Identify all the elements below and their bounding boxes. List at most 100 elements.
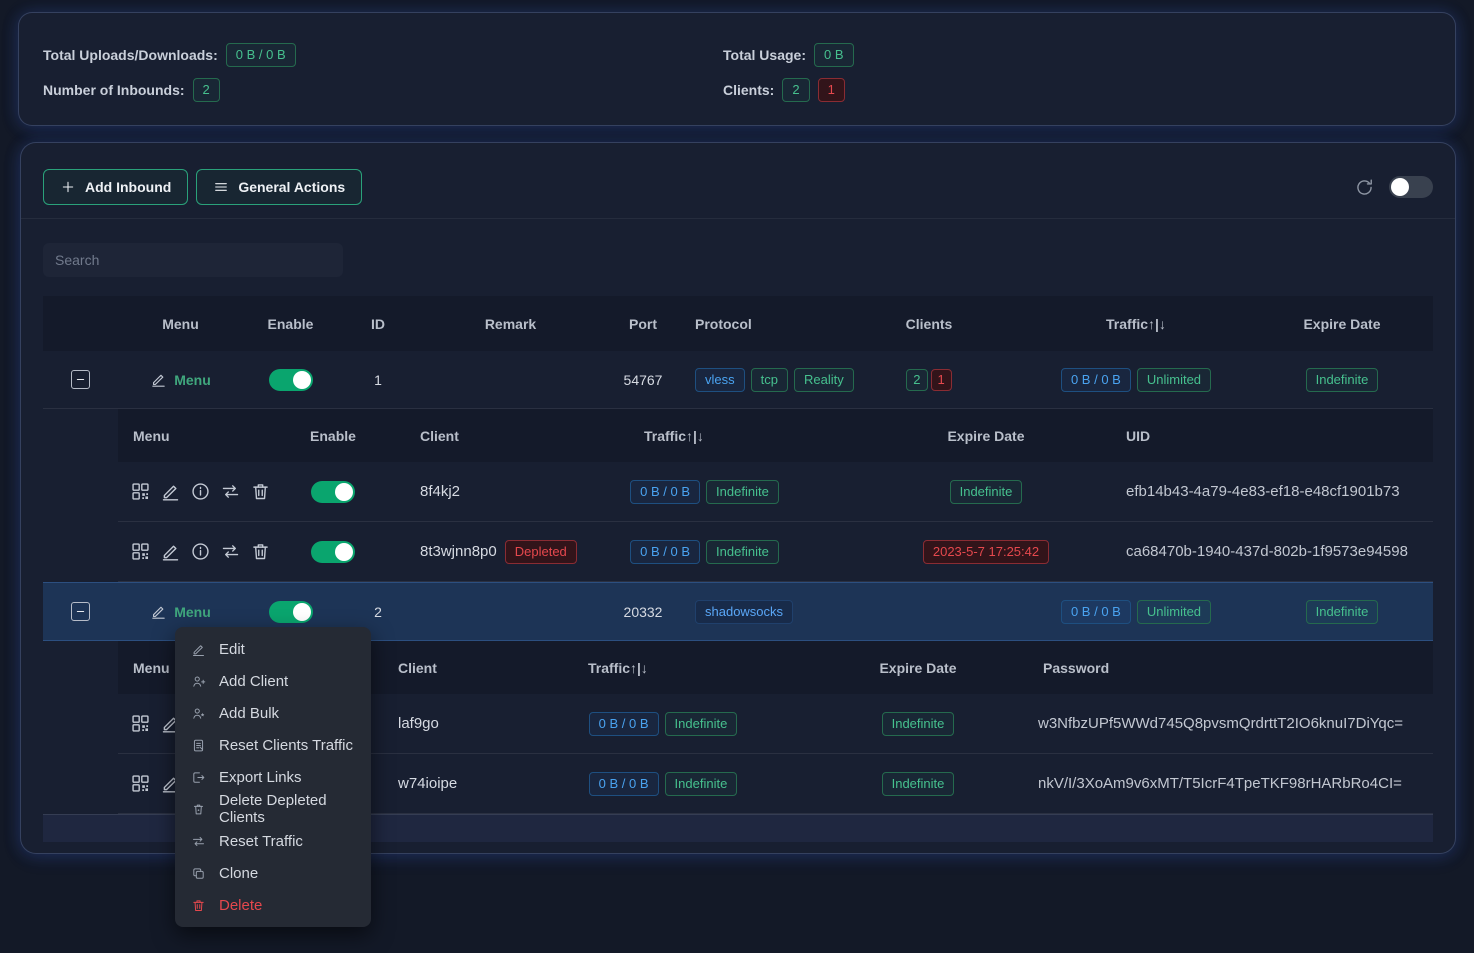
minus-icon <box>75 374 86 385</box>
auto-refresh-toggle[interactable] <box>1389 176 1433 198</box>
clone-icon <box>191 866 206 881</box>
stat-clients: Clients: 2 1 <box>723 78 854 102</box>
subtable-header-row: Menu Enable Client Traffic↑|↓ Expire Dat… <box>118 409 1433 462</box>
enable-toggle[interactable] <box>269 601 313 623</box>
menu-item-export-links[interactable]: Export Links <box>175 761 371 793</box>
menu-item-delete[interactable]: Delete <box>175 889 371 921</box>
inbound-menu-button[interactable]: Menu <box>118 371 243 388</box>
menu-item-label: Add Client <box>219 673 288 690</box>
refresh-button[interactable] <box>1354 177 1375 198</box>
user-star-icon <box>191 706 206 721</box>
collapse-row-button[interactable] <box>71 370 90 389</box>
edit-pencil-icon <box>160 481 181 502</box>
traffic-limit-badge: Indefinite <box>706 480 779 504</box>
header-traffic-sort[interactable]: Traffic↑|↓ <box>548 428 861 444</box>
qr-code-button[interactable] <box>130 713 151 734</box>
general-actions-button[interactable]: General Actions <box>196 169 362 205</box>
menu-item-label: Export Links <box>219 769 302 786</box>
user-plus-icon <box>191 674 206 689</box>
minus-icon <box>75 606 86 617</box>
menu-item-edit[interactable]: Edit <box>175 633 371 665</box>
client-name: w74ioipe <box>388 775 528 792</box>
search-input[interactable] <box>43 243 343 277</box>
menu-item-label: Delete Depleted Clients <box>219 792 355 826</box>
header-client: Client <box>388 660 528 676</box>
inbound-menu-button[interactable]: Menu <box>118 603 243 620</box>
client-enable-toggle[interactable] <box>311 541 355 563</box>
edit-pencil-icon <box>191 642 206 657</box>
clients-depleted-badge: 1 <box>931 369 952 391</box>
qr-code-icon <box>130 481 151 502</box>
inbound-port: 54767 <box>603 372 683 388</box>
reset-client-traffic-button[interactable] <box>220 481 241 502</box>
general-actions-label: General Actions <box>238 179 345 195</box>
clients-active-badge: 2 <box>906 369 927 391</box>
stat-number-of-inbounds: Number of Inbounds: 2 <box>43 78 723 102</box>
expire-badge: Indefinite <box>882 712 955 736</box>
info-icon <box>190 541 211 562</box>
header-expire-date: Expire Date <box>1251 316 1433 332</box>
header-id: ID <box>338 316 418 332</box>
qr-code-button[interactable] <box>130 481 151 502</box>
header-traffic-sort[interactable]: Traffic↑|↓ <box>528 660 798 676</box>
plus-icon <box>60 179 76 195</box>
edit-client-button[interactable] <box>160 541 181 562</box>
enable-toggle[interactable] <box>269 369 313 391</box>
edit-client-button[interactable] <box>160 481 181 502</box>
toolbar-divider <box>21 218 1455 219</box>
traffic-limit-badge: Indefinite <box>665 712 738 736</box>
menu-item-delete-depleted-clients[interactable]: Delete Depleted Clients <box>175 793 371 825</box>
stat-label: Number of Inbounds: <box>43 82 185 98</box>
header-menu: Menu <box>118 316 243 332</box>
traffic-badge: 0 B / 0 B <box>630 480 700 504</box>
menu-item-add-bulk[interactable]: Add Bulk <box>175 697 371 729</box>
transport-badge: tcp <box>751 368 788 392</box>
hamburger-icon <box>213 179 229 195</box>
qr-code-button[interactable] <box>130 541 151 562</box>
delete-client-button[interactable] <box>250 481 271 502</box>
add-inbound-button[interactable]: Add Inbound <box>43 169 188 205</box>
menu-item-clone[interactable]: Clone <box>175 857 371 889</box>
header-remark: Remark <box>418 316 603 332</box>
qr-code-button[interactable] <box>130 773 151 794</box>
expire-badge: Indefinite <box>882 772 955 796</box>
toolbar: Add Inbound General Actions <box>43 169 1433 205</box>
stat-label: Total Usage: <box>723 47 806 63</box>
protocol-badge: shadowsocks <box>695 600 793 624</box>
menu-item-add-client[interactable]: Add Client <box>175 665 371 697</box>
menu-item-label: Delete <box>219 897 262 914</box>
trash-icon <box>250 481 271 502</box>
trash-icon <box>250 541 271 562</box>
delete-client-button[interactable] <box>250 541 271 562</box>
trash-icon <box>191 898 206 913</box>
header-enable: Enable <box>278 428 388 444</box>
collapse-row-button[interactable] <box>71 602 90 621</box>
reset-arrows-icon <box>191 834 206 849</box>
qr-code-icon <box>130 773 151 794</box>
header-client: Client <box>388 428 548 444</box>
add-inbound-label: Add Inbound <box>85 179 171 195</box>
traffic-limit-badge: Unlimited <box>1137 368 1211 392</box>
client-row: 8t3wjnn8p0 Depleted 0 B / 0 B Indefinite… <box>118 522 1433 582</box>
header-expire-date: Expire Date <box>798 660 1038 676</box>
stat-total-usage: Total Usage: 0 B <box>723 43 854 67</box>
trash-clients-icon <box>191 802 206 817</box>
edit-pencil-icon <box>150 371 167 388</box>
menu-item-label: Clone <box>219 865 258 882</box>
stat-total-uploads-downloads: Total Uploads/Downloads: 0 B / 0 B <box>43 43 723 67</box>
traffic-badge: 0 B / 0 B <box>589 712 659 736</box>
traffic-badge: 0 B / 0 B <box>630 540 700 564</box>
menu-item-reset-clients-traffic[interactable]: Reset Clients Traffic <box>175 729 371 761</box>
stat-label: Clients: <box>723 82 774 98</box>
menu-item-reset-traffic[interactable]: Reset Traffic <box>175 825 371 857</box>
header-traffic-sort[interactable]: Traffic↑|↓ <box>1021 316 1251 332</box>
stat-value-badge: 0 B <box>814 43 854 67</box>
menu-item-label: Add Bulk <box>219 705 279 722</box>
reset-client-traffic-button[interactable] <box>220 541 241 562</box>
client-info-button[interactable] <box>190 481 211 502</box>
client-enable-toggle[interactable] <box>311 481 355 503</box>
client-info-button[interactable] <box>190 541 211 562</box>
clients-depleted-badge: 1 <box>818 78 845 102</box>
reset-arrows-icon <box>220 541 241 562</box>
file-reset-icon <box>191 738 206 753</box>
